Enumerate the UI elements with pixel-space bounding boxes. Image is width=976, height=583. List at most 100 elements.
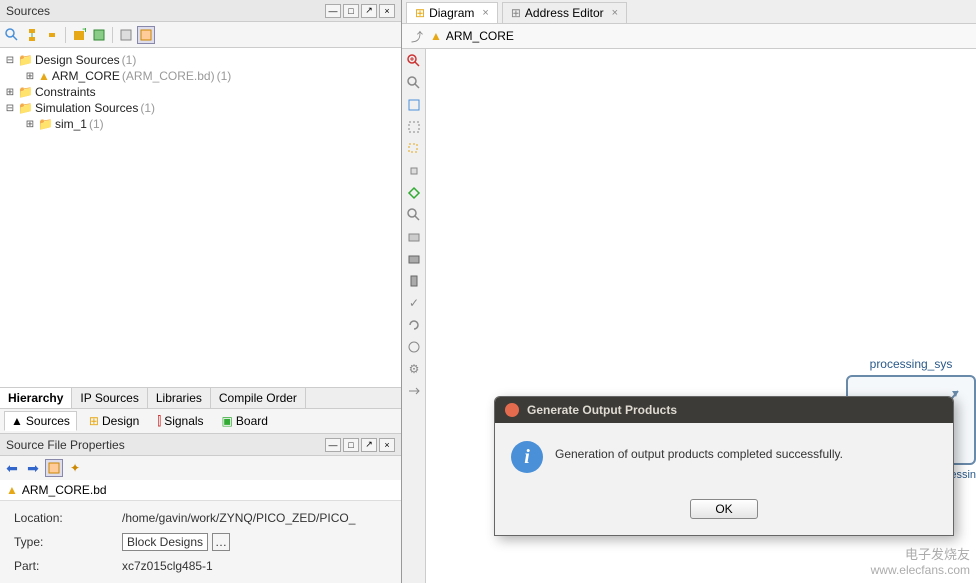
expand-icon[interactable]: ⊞ bbox=[4, 87, 16, 98]
props-file-line: ▲ ARM_CORE.bd bbox=[0, 480, 401, 501]
settings-icon[interactable]: ✦ bbox=[66, 459, 84, 477]
expand-icon[interactable]: ⊞ bbox=[24, 71, 36, 82]
prop-value: Block Designs bbox=[122, 533, 208, 551]
props-toolbar: ⬅ ➡ ✦ bbox=[0, 456, 401, 480]
sim-1-node[interactable]: ⊞ 📁 sim_1 (1) bbox=[4, 116, 397, 132]
show-sources-icon[interactable] bbox=[117, 26, 135, 44]
optimize-icon[interactable] bbox=[404, 337, 424, 357]
fit-selection-icon[interactable] bbox=[404, 161, 424, 181]
prop-value: xc7z015clg485-1 bbox=[122, 559, 387, 573]
props-title: Source File Properties bbox=[6, 438, 125, 452]
expand-all-icon[interactable] bbox=[23, 26, 41, 44]
diagram-breadcrumb: ⤴ ▲ ARM_CORE bbox=[402, 24, 976, 49]
prop-label: Location: bbox=[14, 511, 114, 525]
maximize-button[interactable]: ↗ bbox=[361, 438, 377, 452]
folder-icon: 📁 bbox=[38, 117, 53, 131]
prop-location: Location: /home/gavin/work/ZYNQ/PICO_ZED… bbox=[6, 507, 395, 529]
back-icon[interactable]: ⬅ bbox=[3, 459, 21, 477]
close-button[interactable]: × bbox=[379, 4, 395, 18]
watermark: 电子发烧友 www.elecfans.com bbox=[871, 544, 970, 577]
subtab-label: Board bbox=[236, 414, 268, 428]
block-design-icon: ▲ bbox=[430, 29, 442, 43]
svg-text:+: + bbox=[82, 28, 86, 36]
show-in-hierarchy-icon[interactable] bbox=[45, 459, 63, 477]
watermark-url: www.elecfans.com bbox=[871, 563, 970, 577]
subtab-sources[interactable]: ▲ Sources bbox=[4, 411, 77, 431]
search-icon[interactable] bbox=[3, 26, 21, 44]
subtab-board[interactable]: ▣ Board bbox=[216, 411, 274, 431]
tab-label: Address Editor bbox=[525, 6, 604, 20]
prop-label: Type: bbox=[14, 535, 114, 549]
expand-icon[interactable]: ⊞ bbox=[24, 119, 36, 130]
folder-icon: 📁 bbox=[18, 53, 33, 67]
dialog-titlebar[interactable]: Generate Output Products bbox=[495, 397, 953, 423]
node-count: (1) bbox=[140, 101, 155, 115]
zoom-out-icon[interactable] bbox=[404, 73, 424, 93]
close-icon[interactable]: × bbox=[482, 7, 488, 19]
tab-ip-sources[interactable]: IP Sources bbox=[72, 388, 147, 408]
folder-icon: 📁 bbox=[18, 101, 33, 115]
up-level-icon[interactable]: ⤴ bbox=[408, 27, 426, 45]
tab-compile-order[interactable]: Compile Order bbox=[211, 388, 306, 408]
browse-button[interactable]: … bbox=[212, 533, 230, 551]
collapse-all-icon[interactable] bbox=[43, 26, 61, 44]
prop-label: Part: bbox=[14, 559, 114, 573]
sources-view-tabs: Hierarchy IP Sources Libraries Compile O… bbox=[0, 387, 401, 409]
auto-fit-icon[interactable] bbox=[404, 183, 424, 203]
forward-icon[interactable]: ➡ bbox=[24, 459, 42, 477]
ip-catalog-icon[interactable] bbox=[90, 26, 108, 44]
subtab-label: Signals bbox=[164, 414, 203, 428]
tab-address-editor[interactable]: ⊞ Address Editor × bbox=[502, 2, 627, 23]
tab-diagram[interactable]: ⊞ Diagram × bbox=[406, 2, 498, 23]
node-file: (ARM_CORE.bd) bbox=[122, 69, 215, 83]
node-label: Simulation Sources bbox=[35, 101, 138, 115]
tab-label: Diagram bbox=[429, 6, 474, 20]
settings-icon[interactable]: ⚙ bbox=[404, 359, 424, 379]
ok-button[interactable]: OK bbox=[690, 499, 757, 519]
zoom-in-icon[interactable] bbox=[404, 51, 424, 71]
close-icon[interactable]: × bbox=[612, 7, 618, 19]
dialog-message: Generation of output products completed … bbox=[555, 441, 937, 461]
design-sources-node[interactable]: ⊟ 📁 Design Sources (1) bbox=[4, 52, 397, 68]
simulation-sources-node[interactable]: ⊟ 📁 Simulation Sources (1) bbox=[4, 100, 397, 116]
hierarchy-view-icon[interactable] bbox=[137, 26, 155, 44]
sources-title: Sources bbox=[6, 4, 50, 18]
collapse-icon[interactable]: ⊟ bbox=[4, 103, 16, 114]
arm-core-node[interactable]: ⊞ ▲ ARM_CORE (ARM_CORE.bd) (1) bbox=[4, 68, 397, 84]
prop-type: Type: Block Designs … bbox=[6, 529, 395, 555]
zoom-area-icon[interactable] bbox=[404, 117, 424, 137]
dialog-close-icon[interactable] bbox=[505, 403, 519, 417]
make-external-icon[interactable] bbox=[404, 271, 424, 291]
diagram-icon: ⊞ bbox=[415, 6, 425, 20]
tab-hierarchy[interactable]: Hierarchy bbox=[0, 388, 72, 408]
expand-icon[interactable] bbox=[404, 381, 424, 401]
tab-libraries[interactable]: Libraries bbox=[148, 388, 211, 408]
maximize-button[interactable]: ↗ bbox=[361, 4, 377, 18]
block-title: processing_sys bbox=[846, 353, 976, 375]
node-count: (1) bbox=[122, 53, 137, 67]
signals-icon: ⫿ bbox=[157, 414, 161, 429]
node-label: sim_1 bbox=[55, 117, 87, 131]
add-sources-icon[interactable]: + bbox=[70, 26, 88, 44]
collapse-icon[interactable]: ⊟ bbox=[4, 55, 16, 66]
validate-icon[interactable]: ✓ bbox=[404, 293, 424, 313]
add-port-icon[interactable] bbox=[404, 249, 424, 269]
regenerate-icon[interactable] bbox=[404, 315, 424, 335]
props-filename: ARM_CORE.bd bbox=[22, 483, 107, 497]
address-icon: ⊞ bbox=[511, 6, 521, 20]
add-ip-icon[interactable] bbox=[404, 227, 424, 247]
search-icon[interactable] bbox=[404, 205, 424, 225]
select-icon[interactable] bbox=[404, 139, 424, 159]
float-button[interactable]: □ bbox=[343, 438, 359, 452]
minimize-button[interactable]: — bbox=[325, 4, 341, 18]
minimize-button[interactable]: — bbox=[325, 438, 341, 452]
float-button[interactable]: □ bbox=[343, 4, 359, 18]
generate-output-dialog: Generate Output Products i Generation of… bbox=[494, 396, 954, 536]
prop-value: /home/gavin/work/ZYNQ/PICO_ZED/PICO_ bbox=[122, 511, 387, 525]
hierarchy-icon: ▲ bbox=[11, 414, 23, 428]
constraints-node[interactable]: ⊞ 📁 Constraints bbox=[4, 84, 397, 100]
subtab-signals[interactable]: ⫿ Signals bbox=[151, 411, 209, 431]
close-button[interactable]: × bbox=[379, 438, 395, 452]
zoom-fit-icon[interactable] bbox=[404, 95, 424, 115]
subtab-design[interactable]: ⊞ Design bbox=[83, 411, 145, 431]
